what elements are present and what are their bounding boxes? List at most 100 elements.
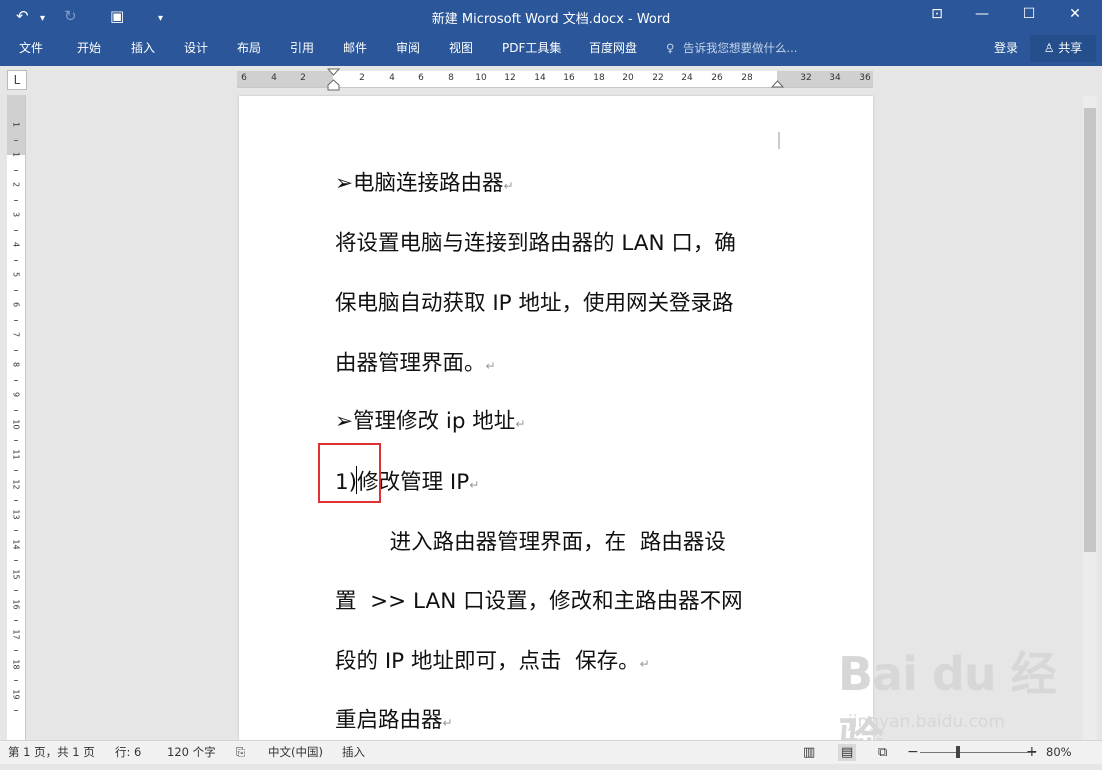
ruler-tick: [14, 260, 18, 261]
ruler-tick: [14, 380, 18, 381]
zoom-out-button[interactable]: −: [907, 744, 919, 761]
zoom-in-button[interactable]: +: [1026, 744, 1038, 761]
ruler-number: 16: [11, 599, 21, 610]
tab-design[interactable]: 设计: [184, 38, 208, 58]
baidu-watermark: Bai du 经验 jingyan.baidu.com: [838, 638, 1068, 767]
ruler-number: 26: [711, 73, 723, 83]
body-text-line[interactable]: 由器管理界面。↵: [335, 346, 496, 377]
ribbon-display-options-icon[interactable]: ⊡: [925, 6, 949, 22]
crop-mark: [778, 132, 780, 149]
ruler-number: 14: [11, 539, 21, 550]
ruler-number: 20: [622, 73, 634, 83]
word-count[interactable]: 120 个字: [167, 744, 216, 761]
tab-mailings[interactable]: 邮件: [343, 38, 367, 58]
zoom-level[interactable]: 80%: [1046, 744, 1072, 761]
insert-mode[interactable]: 插入: [342, 744, 365, 761]
read-mode-icon[interactable]: ▥: [803, 744, 815, 761]
tab-references[interactable]: 引用: [290, 38, 314, 58]
ruler-number: 3: [11, 211, 21, 218]
heading-modify-ip[interactable]: ➢管理修改 ip 地址↵: [335, 404, 525, 435]
ruler-number: 12: [11, 479, 21, 490]
ruler-number: 11: [11, 449, 21, 460]
ruler-tick: [14, 560, 18, 561]
ruler-tick: [14, 440, 18, 441]
tab-review[interactable]: 审阅: [396, 38, 420, 58]
ruler-number: 34: [829, 73, 841, 83]
ruler-tick: [14, 680, 18, 681]
ruler-tick: [14, 500, 18, 501]
body-text-line[interactable]: 保电脑自动获取 IP 地址，使用网关登录路: [335, 286, 733, 317]
body-text-line[interactable]: 置 >> LAN 口设置，修改和主路由器不网: [335, 584, 743, 615]
ruler-number: 19: [11, 689, 21, 700]
web-layout-icon[interactable]: ⧉: [878, 744, 887, 761]
ruler-tick: [14, 530, 18, 531]
ruler-tick: [14, 650, 18, 651]
ruler-number: 13: [11, 509, 21, 520]
ruler-number: 7: [11, 331, 21, 338]
tab-selector[interactable]: L: [7, 70, 27, 90]
minimize-icon[interactable]: —: [970, 6, 994, 22]
page-count[interactable]: 第 1 页，共 1 页: [8, 744, 95, 761]
body-text-line[interactable]: 重启路由器↵: [335, 703, 453, 734]
ruler-number: 4: [271, 73, 277, 83]
ruler-number: 22: [652, 73, 664, 83]
ruler-tick: [14, 410, 18, 411]
crop-mark: [315, 131, 333, 149]
ribbon-tabs: 文件 开始 插入 设计 布局 引用 邮件 审阅 视图 PDF工具集 百度网盘 ♀…: [0, 33, 1102, 66]
tell-me-search[interactable]: 告诉我您想要做什么...: [683, 38, 797, 58]
ruler-number: 1: [11, 151, 21, 158]
ruler-number: 6: [241, 73, 247, 83]
language[interactable]: 中文(中国): [268, 744, 323, 761]
tab-home[interactable]: 开始: [77, 38, 101, 58]
ruler-number: 15: [11, 569, 21, 580]
zoom-slider[interactable]: [920, 752, 1036, 753]
login-button[interactable]: 登录: [994, 38, 1018, 58]
document-page[interactable]: ➢电脑连接路由器↵ 将设置电脑与连接到路由器的 LAN 口，确 保电脑自动获取 …: [239, 96, 873, 746]
ruler-number: 16: [563, 73, 575, 83]
line-number: 行: 6: [115, 745, 142, 759]
title-bar: ↶ ▾ ↻ ▣ ▾ 新建 Microsoft Word 文档.docx - Wo…: [0, 0, 1102, 33]
print-layout-icon[interactable]: ▤: [838, 744, 857, 761]
right-indent-marker-icon[interactable]: [771, 79, 785, 89]
body-text-line[interactable]: 进入路由器管理界面，在 路由器设: [335, 525, 726, 556]
ruler-number: 18: [11, 659, 21, 670]
ruler-tick: [14, 590, 18, 591]
horizontal-ruler[interactable]: 6 4 2 2 4 6 8 10 12 14 16 18 20 22 24 26…: [237, 68, 873, 91]
scrollbar-thumb[interactable]: [1084, 108, 1096, 552]
ruler-tick: [14, 470, 18, 471]
ruler-number: 18: [593, 73, 605, 83]
vertical-ruler[interactable]: 1 1 2 3 4 5 6 7 8 9 10 11 12 13 14 15 16 17 18 19: [7, 95, 26, 740]
body-text-line[interactable]: 段的 IP 地址即可，点击 保存。↵: [335, 644, 650, 675]
heading-connect-router[interactable]: ➢电脑连接路由器↵: [335, 166, 514, 197]
share-button[interactable]: ♙ 共享: [1030, 35, 1096, 62]
tab-pdf-tools[interactable]: PDF工具集: [502, 38, 561, 58]
body-text-line[interactable]: 将设置电脑与连接到路由器的 LAN 口，确: [335, 226, 736, 257]
close-icon[interactable]: ✕: [1063, 6, 1087, 22]
zoom-slider-thumb[interactable]: [956, 746, 960, 758]
ruler-number: 28: [741, 73, 753, 83]
proofing-icon[interactable]: ⎘: [236, 744, 245, 761]
ruler-number: 6: [11, 301, 21, 308]
share-label: 共享: [1058, 41, 1083, 55]
maximize-icon[interactable]: ☐: [1017, 6, 1041, 22]
ruler-number: 17: [11, 629, 21, 640]
ruler-tick: [14, 140, 18, 141]
ruler-number: 36: [859, 73, 871, 83]
ruler-tick: [14, 710, 18, 711]
ruler-number: 4: [11, 241, 21, 248]
ruler-number: 12: [504, 73, 516, 83]
ruler-number: 8: [448, 73, 454, 83]
person-icon: ♙: [1043, 41, 1055, 55]
indent-marker-icon[interactable]: [327, 68, 341, 92]
ruler-number: 24: [681, 73, 693, 83]
ruler-number: 14: [534, 73, 546, 83]
ruler-number: 2: [11, 181, 21, 188]
ruler-tick: [14, 200, 18, 201]
ruler-number: 2: [300, 73, 306, 83]
tab-view[interactable]: 视图: [449, 38, 473, 58]
tab-insert[interactable]: 插入: [131, 38, 155, 58]
tab-baidu-netdisk[interactable]: 百度网盘: [589, 38, 637, 58]
ruler-number: 10: [11, 419, 21, 430]
tab-file[interactable]: 文件: [19, 38, 43, 58]
tab-layout[interactable]: 布局: [237, 38, 261, 58]
